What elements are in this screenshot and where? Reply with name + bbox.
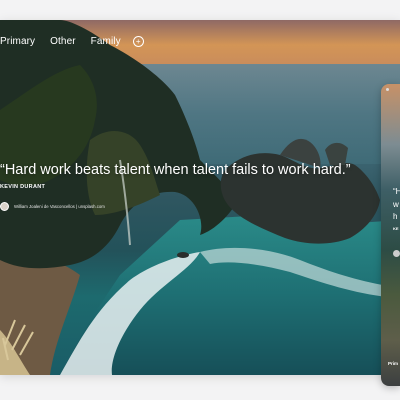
photo-credit-text: William Joaleni de Vasconcellos | unspla… — [14, 204, 105, 209]
tab-other[interactable]: Other — [50, 36, 76, 47]
side-quote-fragment-3: h — [393, 212, 398, 221]
side-quote-fragment-1: “H — [393, 187, 400, 196]
quote-text: “Hard work beats talent when talent fail… — [0, 162, 351, 178]
new-tab-background: Primary Other Family + “Hard work beats … — [0, 20, 400, 375]
coastal-landscape-image — [0, 20, 400, 375]
tab-family[interactable]: Family — [91, 36, 121, 47]
side-author-fragment: KE — [393, 226, 399, 231]
quote-author: KEVIN DURANT — [0, 184, 46, 190]
side-quote-fragment-2: w — [393, 200, 399, 209]
plus-circle-icon[interactable]: + — [132, 35, 144, 47]
side-avatar — [393, 250, 400, 257]
photographer-avatar — [0, 202, 9, 211]
tab-primary[interactable]: Primary — [0, 36, 35, 47]
status-dot-icon — [386, 88, 389, 91]
photo-credit[interactable]: William Joaleni de Vasconcellos | unspla… — [0, 202, 105, 211]
top-navigation: Primary Other Family + — [0, 33, 144, 49]
side-nav-fragment: Prim — [388, 361, 399, 366]
adjacent-preview-card[interactable]: “H w h KE Prim — [381, 84, 400, 386]
